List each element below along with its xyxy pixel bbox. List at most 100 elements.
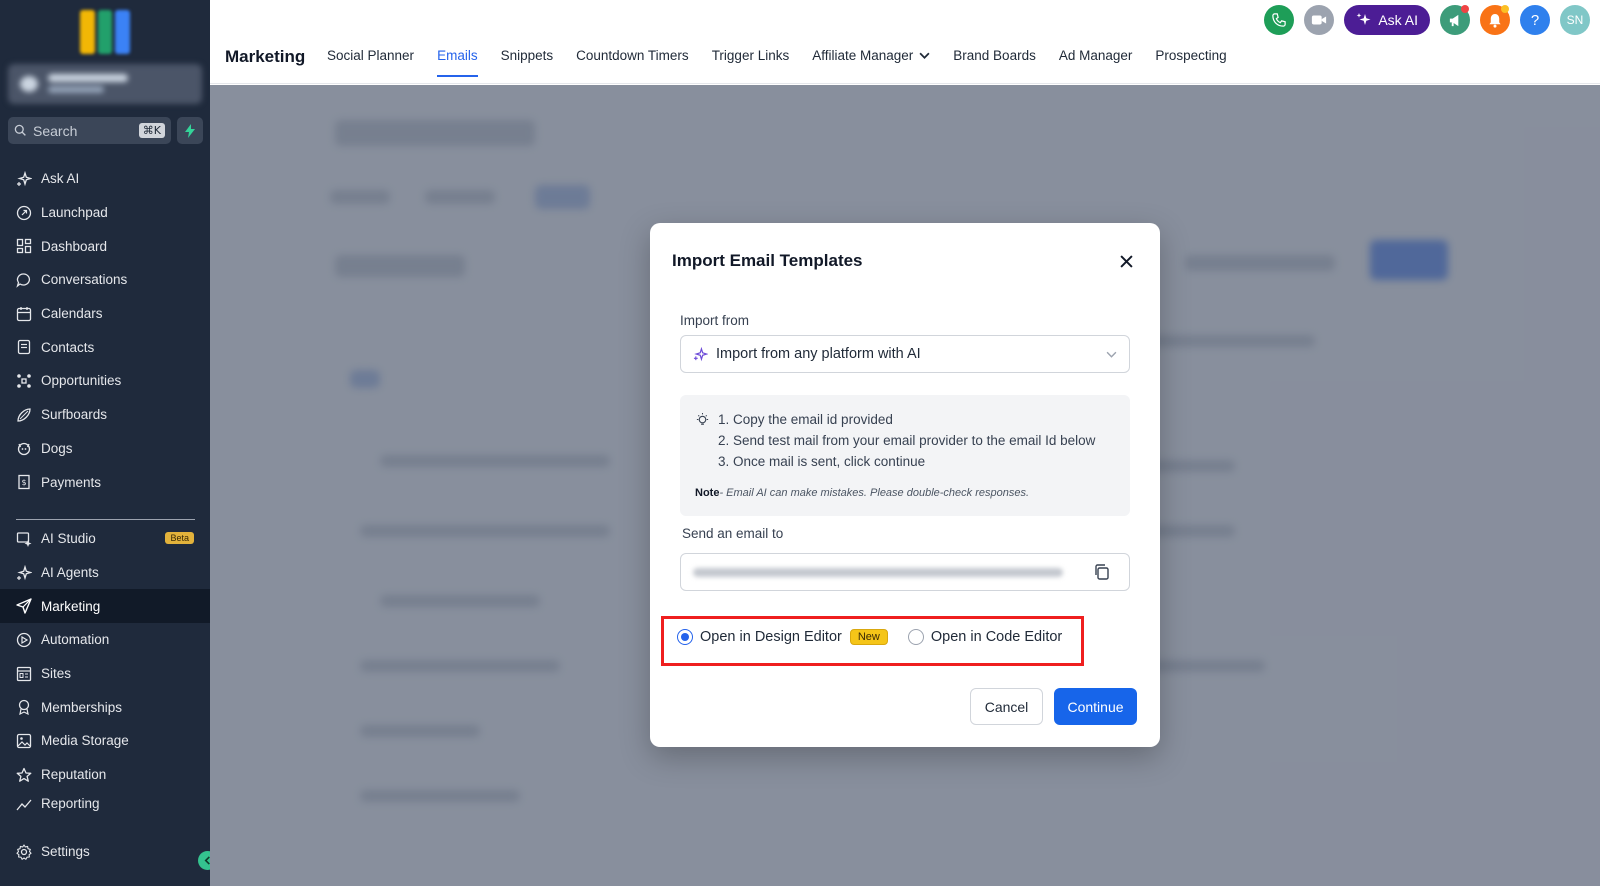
instruction-steps: 1. Copy the email id provided 2. Send te… (718, 409, 1095, 472)
quick-action-button[interactable] (177, 117, 203, 144)
sidebar: Search ⌘K Ask AI Launchpad Dashboard Con… (0, 0, 217, 886)
phone-button[interactable] (1264, 5, 1295, 35)
code-editor-option[interactable]: Open in Code Editor (907, 629, 1063, 645)
tab-trigger-links[interactable]: Trigger Links (712, 48, 790, 77)
sidebar-item-marketing[interactable]: Marketing (0, 589, 210, 624)
sidebar-item-ask-ai[interactable]: Ask AI (0, 162, 210, 196)
notification-dot (1501, 5, 1509, 13)
send-email-label: Send an email to (682, 526, 784, 541)
sidebar-divider (16, 519, 195, 520)
sparkle-icon (693, 346, 708, 361)
sidebar-item-surfboards[interactable]: Surfboards (0, 398, 210, 432)
notifications-button[interactable] (1480, 5, 1510, 35)
account-switcher[interactable] (8, 64, 202, 104)
design-editor-option[interactable]: Open in Design Editor New (677, 629, 888, 645)
dialog-title: Import Email Templates (672, 251, 863, 270)
sidebar-item-dashboard[interactable]: Dashboard (0, 229, 210, 263)
tab-label: Ad Manager (1058, 48, 1133, 63)
sidebar-item-ai-studio[interactable]: AI Studio Beta (0, 522, 210, 556)
sidebar-item-label: Contacts (41, 339, 95, 355)
sidebar-item-sites[interactable]: Sites (0, 657, 210, 691)
tab-snippets[interactable]: Snippets (501, 48, 554, 77)
search-shortcut: ⌘K (138, 123, 165, 138)
tab-social-planner[interactable]: Social Planner (327, 48, 414, 77)
paper-plane-icon (15, 598, 32, 615)
tab-affiliate-manager[interactable]: Affiliate Manager (812, 48, 930, 77)
automation-icon (15, 631, 32, 648)
chart-line-icon (15, 796, 32, 812)
sidebar-item-label: Dashboard (41, 238, 108, 254)
ai-studio-icon (15, 530, 32, 547)
sidebar-item-label: Sites (41, 666, 72, 682)
tab-ad-manager[interactable]: Ad Manager (1059, 48, 1133, 77)
notification-dot (1461, 5, 1469, 13)
sparkle-icon (15, 564, 32, 581)
continue-button[interactable]: Continue (1054, 688, 1137, 725)
sidebar-item-label: AI Studio (41, 531, 96, 547)
page-title: Marketing (225, 47, 306, 66)
sidebar-search[interactable]: Search ⌘K (8, 117, 171, 144)
sidebar-item-memberships[interactable]: Memberships (0, 690, 210, 724)
gear-icon (15, 843, 32, 860)
marketing-tabs: Social Planner Emails Snippets Countdown… (327, 48, 1227, 77)
sidebar-item-media-storage[interactable]: Media Storage (0, 724, 210, 758)
design-editor-radio[interactable] (677, 629, 693, 645)
search-placeholder: Search (33, 122, 78, 139)
instructions-panel: 1. Copy the email id provided 2. Send te… (680, 395, 1130, 516)
contact-book-icon (15, 339, 32, 356)
import-email-templates-dialog: Import Email Templates Import from Impor… (650, 223, 1160, 747)
tab-label: Emails (437, 48, 478, 63)
sidebar-item-label: Dogs (41, 440, 73, 456)
search-icon (14, 124, 26, 136)
tab-brand-boards[interactable]: Brand Boards (953, 48, 1036, 77)
sidebar-item-settings[interactable]: Settings (0, 835, 210, 869)
grid-icon (15, 238, 32, 255)
tab-prospecting[interactable]: Prospecting (1155, 48, 1226, 77)
code-editor-radio[interactable] (907, 629, 924, 645)
paw-icon (15, 440, 32, 457)
instruction-step: 2. Send test mail from your email provid… (718, 433, 1096, 448)
tab-label: Countdown Timers (576, 48, 689, 63)
copy-icon[interactable] (1093, 563, 1111, 581)
lightbulb-icon (696, 412, 709, 425)
tab-emails[interactable]: Emails (437, 48, 478, 77)
help-button[interactable]: ? (1520, 5, 1550, 35)
import-from-label: Import from (680, 313, 750, 328)
editor-choice-group: Open in Design Editor New Open in Code E… (677, 629, 1062, 645)
company-logo (80, 10, 131, 54)
sidebar-item-ai-agents[interactable]: AI Agents (0, 556, 210, 590)
ask-ai-button[interactable]: Ask AI (1344, 5, 1430, 35)
sidebar-item-launchpad[interactable]: Launchpad (0, 196, 210, 230)
announcements-button[interactable] (1440, 5, 1470, 35)
sidebar-item-label: Conversations (41, 272, 128, 288)
sidebar-item-reporting[interactable]: Reporting (0, 792, 210, 812)
sidebar-item-payments[interactable]: $ Payments (0, 465, 210, 499)
chevron-down-icon (1106, 351, 1117, 358)
tab-countdown-timers[interactable]: Countdown Timers (576, 48, 689, 77)
import-email-address-field (680, 553, 1130, 591)
beta-badge: Beta (165, 532, 194, 544)
ai-disclaimer: Note- Email AI can make mistakes. Please… (695, 487, 1029, 499)
cancel-button[interactable]: Cancel (970, 688, 1043, 725)
import-source-select[interactable]: Import from any platform with AI (680, 335, 1130, 373)
close-dialog-button[interactable] (1116, 251, 1136, 271)
sidebar-item-conversations[interactable]: Conversations (0, 263, 210, 297)
sidebar-item-label: Media Storage (41, 733, 129, 749)
sidebar-item-automation[interactable]: Automation (0, 623, 210, 657)
note-text: - Email AI can make mistakes. Please dou… (719, 487, 1030, 499)
sidebar-item-label: Ask AI (41, 171, 80, 187)
sidebar-item-reputation[interactable]: Reputation (0, 758, 210, 792)
sidebar-item-dogs[interactable]: Dogs (0, 432, 210, 466)
sidebar-item-contacts[interactable]: Contacts (0, 330, 210, 364)
chevron-down-icon (919, 52, 930, 59)
ask-ai-label: Ask AI (1378, 12, 1418, 28)
sites-icon (15, 665, 32, 682)
sidebar-item-opportunities[interactable]: Opportunities (0, 364, 210, 398)
sidebar-item-calendars[interactable]: Calendars (0, 297, 210, 331)
new-badge: New (849, 629, 888, 645)
user-avatar[interactable]: SN (1560, 5, 1590, 35)
video-button[interactable] (1304, 5, 1335, 35)
redacted-email-address (693, 568, 1063, 577)
code-editor-label: Open in Code Editor (930, 629, 1063, 645)
phone-icon (1272, 13, 1287, 27)
